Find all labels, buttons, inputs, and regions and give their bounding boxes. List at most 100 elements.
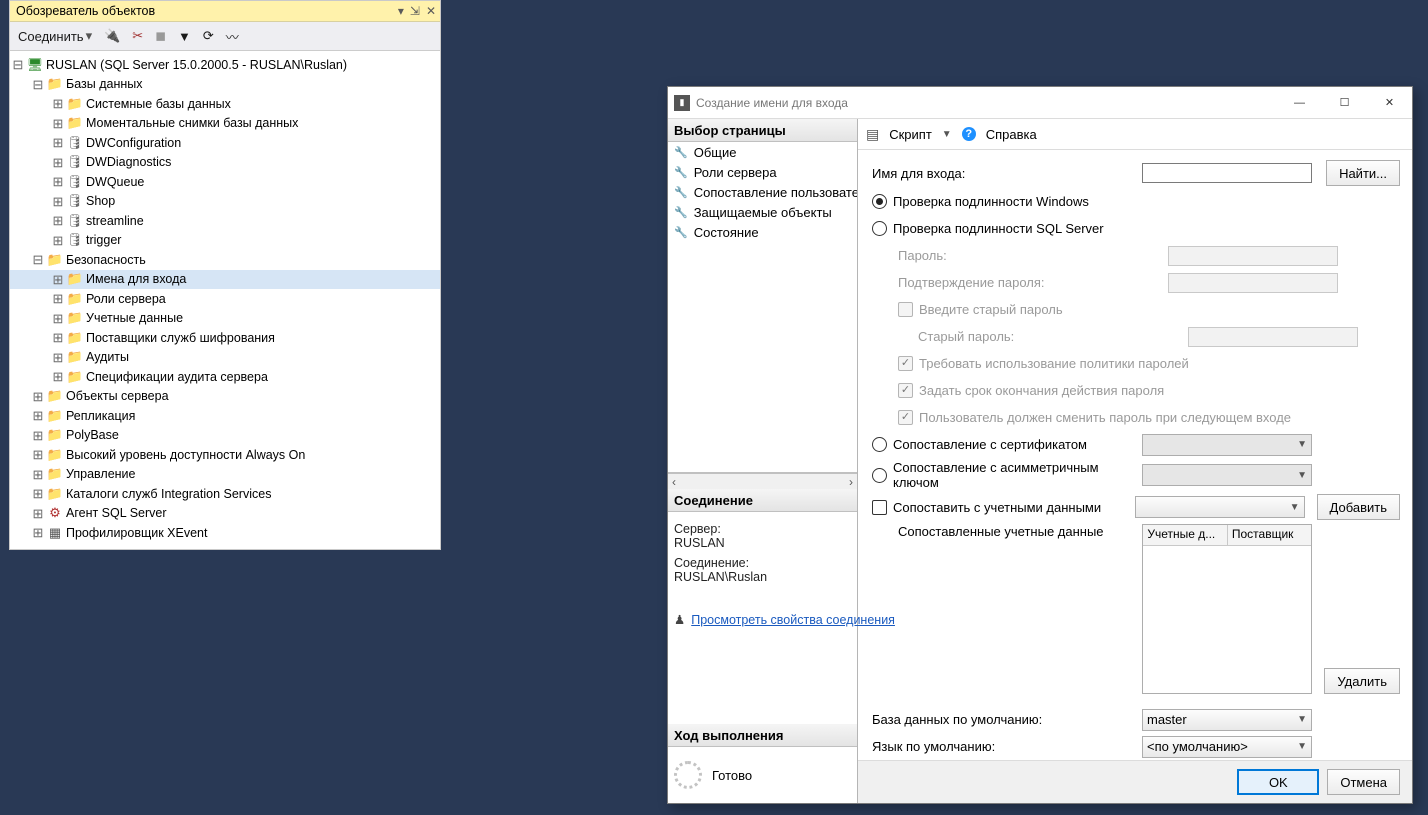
script-dropdown-icon[interactable]: ▼ — [942, 129, 952, 140]
view-connection-props[interactable]: ♟ Просмотреть свойства соединения — [668, 608, 857, 631]
stop-icon[interactable]: ◼ — [151, 26, 170, 46]
sql-auth-radio[interactable] — [872, 221, 887, 236]
expander-icon[interactable] — [30, 487, 46, 500]
folder-icon: 📁 — [46, 486, 64, 502]
expander-icon[interactable] — [50, 175, 66, 188]
script-button[interactable]: Скрипт — [889, 127, 932, 142]
sql-auth-label: Проверка подлинности SQL Server — [893, 221, 1104, 236]
add-button[interactable]: Добавить — [1317, 494, 1400, 520]
tree-node[interactable]: 🛢DWQueue — [10, 172, 440, 192]
col-provider[interactable]: Поставщик — [1228, 525, 1312, 545]
close-button[interactable]: ✕ — [1367, 87, 1412, 118]
default-db-combo[interactable]: master▼ — [1142, 709, 1312, 731]
old-password-label: Старый пароль: — [872, 329, 1188, 344]
tree-node[interactable]: 🛢streamline — [10, 211, 440, 231]
expander-icon[interactable] — [50, 273, 66, 286]
expander-icon[interactable] — [50, 117, 66, 130]
expander-icon[interactable] — [50, 136, 66, 149]
expander-icon[interactable] — [30, 409, 46, 422]
mapped-creds-table[interactable]: Учетные д... Поставщик — [1142, 524, 1312, 694]
pin-icon[interactable]: ⇲ — [410, 4, 420, 18]
expander-icon[interactable] — [30, 429, 46, 442]
tree-node[interactable]: 🖥RUSLAN (SQL Server 15.0.2000.5 - RUSLAN… — [10, 55, 440, 75]
expander-icon[interactable] — [10, 58, 26, 71]
cancel-button[interactable]: Отмена — [1327, 769, 1400, 795]
connect-button[interactable]: Соединить▾ — [14, 26, 96, 46]
find-button[interactable]: Найти... — [1326, 160, 1400, 186]
page-item[interactable]: 🔧Роли сервера — [668, 162, 857, 182]
tree-node[interactable]: 📁Роли сервера — [10, 289, 440, 309]
map-cert-radio[interactable] — [872, 437, 887, 452]
remove-button[interactable]: Удалить — [1324, 668, 1400, 694]
expander-icon[interactable] — [50, 195, 66, 208]
ok-button[interactable]: OK — [1237, 769, 1319, 795]
expander-icon[interactable] — [30, 507, 46, 520]
left-scrollbar[interactable]: ‹› — [668, 473, 857, 489]
expander-icon[interactable] — [30, 78, 46, 91]
tree-node[interactable]: 📁Учетные данные — [10, 309, 440, 329]
tree-node[interactable]: ▦Профилировщик XEvent — [10, 523, 440, 543]
object-explorer-tree[interactable]: 🖥RUSLAN (SQL Server 15.0.2000.5 - RUSLAN… — [10, 51, 440, 547]
tree-node[interactable]: 📁Управление — [10, 465, 440, 485]
tree-node[interactable]: 📁Базы данных — [10, 75, 440, 95]
tree-node[interactable]: 📁Системные базы данных — [10, 94, 440, 114]
expander-icon[interactable] — [50, 292, 66, 305]
dialog-titlebar[interactable]: ▮ Создание имени для входа — ☐ ✕ — [668, 87, 1412, 119]
scroll-left-icon[interactable]: ‹ — [668, 475, 680, 489]
expander-icon[interactable] — [50, 370, 66, 383]
disconnect-icon[interactable]: ✂ — [128, 26, 147, 46]
win-auth-radio[interactable] — [872, 194, 887, 209]
tree-node[interactable]: 📁Каталоги служб Integration Services — [10, 484, 440, 504]
tree-node-label: Безопасность — [64, 253, 146, 267]
expander-icon[interactable] — [50, 331, 66, 344]
connect-icon[interactable]: 🔌 — [100, 26, 124, 46]
expander-icon[interactable] — [50, 351, 66, 364]
expander-icon[interactable] — [50, 97, 66, 110]
expander-icon[interactable] — [30, 448, 46, 461]
tree-node[interactable]: 🛢trigger — [10, 231, 440, 251]
help-button[interactable]: Справка — [986, 127, 1037, 142]
col-credential[interactable]: Учетные д... — [1143, 525, 1228, 545]
scroll-right-icon[interactable]: › — [845, 475, 857, 489]
tree-node[interactable]: 📁Спецификации аудита сервера — [10, 367, 440, 387]
tree-node[interactable]: ⚙Агент SQL Server — [10, 504, 440, 524]
script-icon[interactable]: ▤ — [866, 126, 879, 143]
tree-node[interactable]: 🛢Shop — [10, 192, 440, 212]
tree-node[interactable]: 📁Безопасность — [10, 250, 440, 270]
expander-icon[interactable] — [30, 526, 46, 539]
tree-node[interactable]: 📁Аудиты — [10, 348, 440, 368]
expander-icon[interactable] — [50, 156, 66, 169]
filter-icon[interactable]: ▼ — [174, 27, 195, 46]
tree-node[interactable]: 📁Моментальные снимки базы данных — [10, 114, 440, 134]
default-lang-combo[interactable]: <по умолчанию>▼ — [1142, 736, 1312, 758]
dropdown-icon[interactable]: ▾ — [398, 4, 404, 18]
close-icon[interactable]: ✕ — [426, 4, 436, 18]
expander-icon[interactable] — [50, 234, 66, 247]
tree-node[interactable]: 📁Имена для входа — [10, 270, 440, 290]
expander-icon[interactable] — [50, 312, 66, 325]
help-icon[interactable]: ? — [962, 127, 976, 141]
tree-node[interactable]: 📁Высокий уровень доступности Always On — [10, 445, 440, 465]
tree-node[interactable]: 📁Репликация — [10, 406, 440, 426]
refresh-icon[interactable]: ⟳ — [199, 26, 218, 46]
page-item[interactable]: 🔧Защищаемые объекты — [668, 202, 857, 222]
expander-icon[interactable] — [30, 390, 46, 403]
minimize-button[interactable]: — — [1277, 87, 1322, 118]
page-item[interactable]: 🔧Состояние — [668, 222, 857, 242]
map-asym-radio[interactable] — [872, 468, 887, 483]
tree-node[interactable]: 📁Объекты сервера — [10, 387, 440, 407]
page-item[interactable]: 🔧Общие — [668, 142, 857, 162]
expander-icon[interactable] — [30, 253, 46, 266]
expander-icon[interactable] — [30, 468, 46, 481]
expander-icon[interactable] — [50, 214, 66, 227]
tree-node[interactable]: 📁PolyBase — [10, 426, 440, 446]
map-cred-check[interactable] — [872, 500, 887, 515]
login-name-input[interactable] — [1142, 163, 1312, 183]
tree-node[interactable]: 📁Поставщики служб шифрования — [10, 328, 440, 348]
tree-node[interactable]: 🛢DWDiagnostics — [10, 153, 440, 173]
activity-icon[interactable]: 〰 — [222, 25, 243, 48]
tree-node[interactable]: 🛢DWConfiguration — [10, 133, 440, 153]
cred-combo[interactable]: ▼ — [1135, 496, 1305, 518]
page-item[interactable]: 🔧Сопоставление пользователей — [668, 182, 857, 202]
maximize-button[interactable]: ☐ — [1322, 87, 1367, 118]
